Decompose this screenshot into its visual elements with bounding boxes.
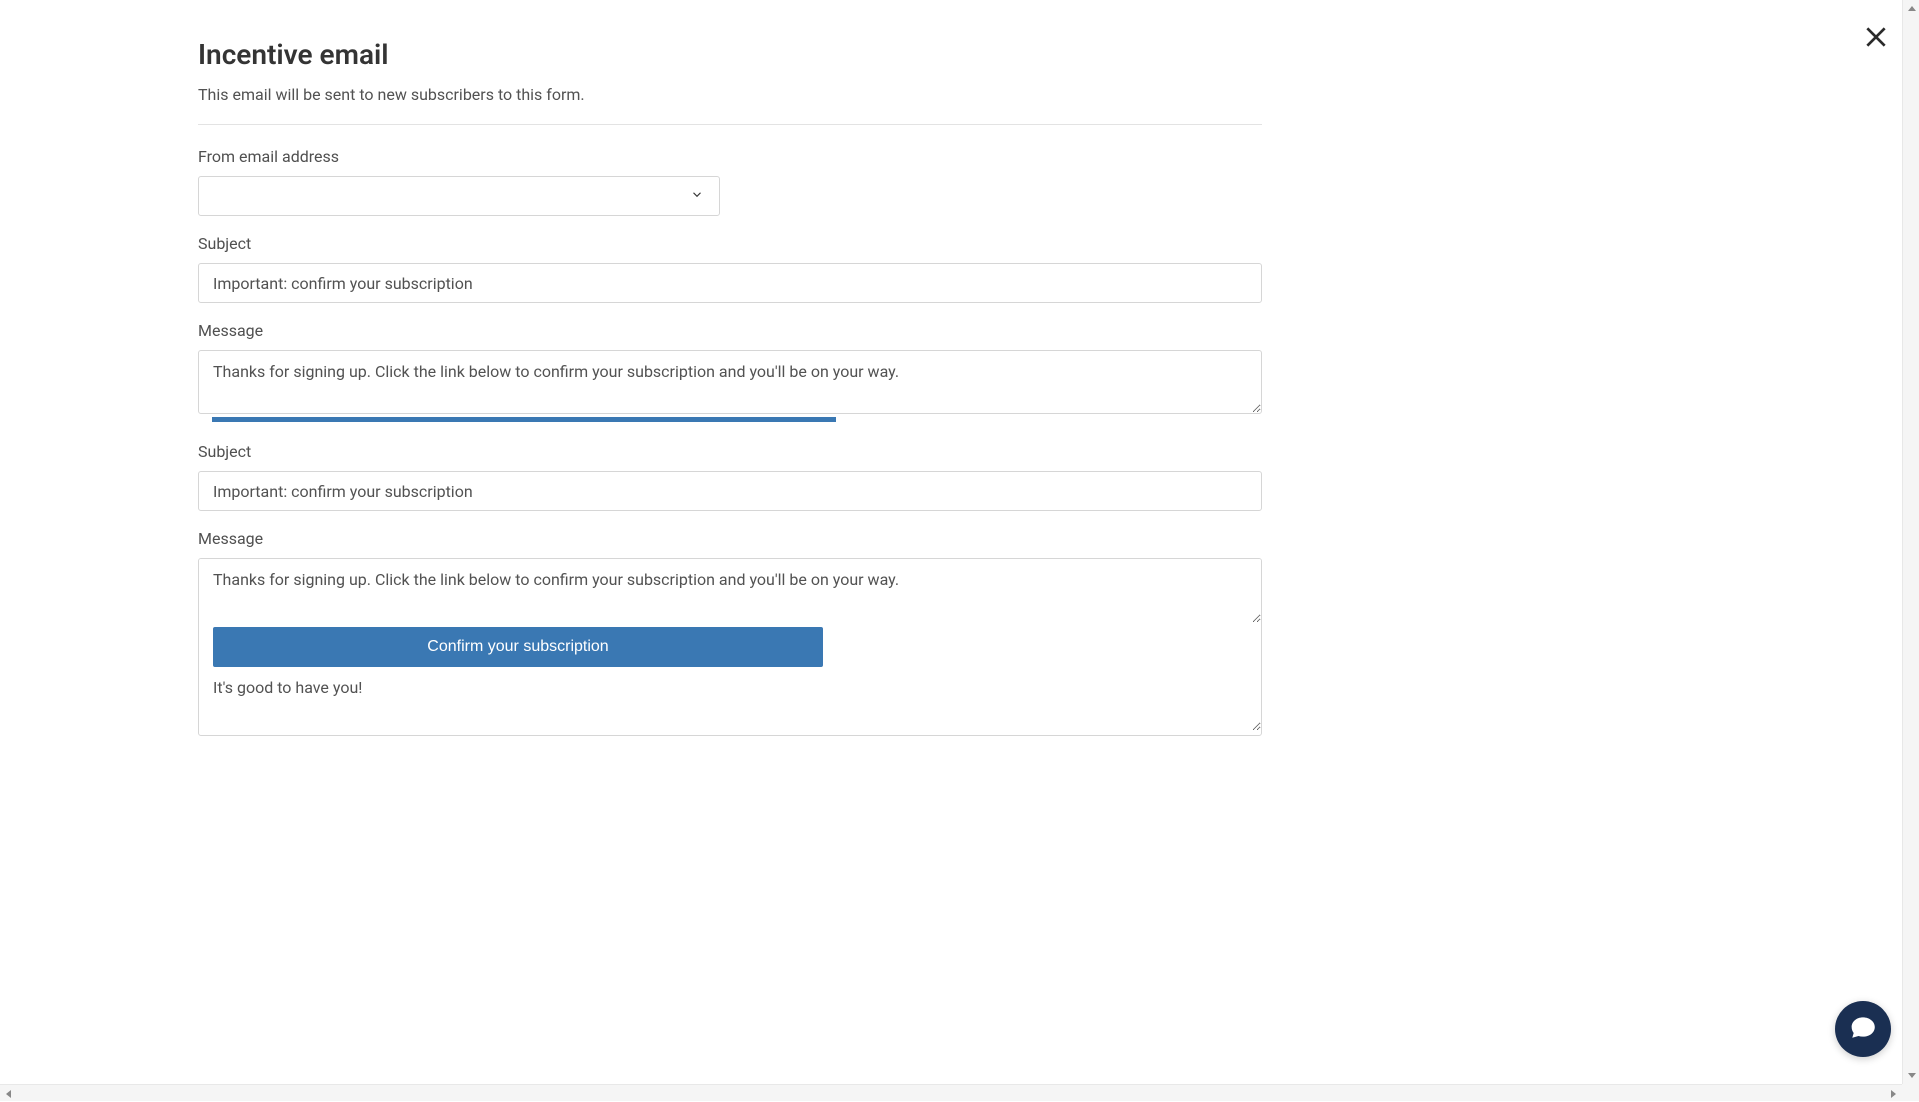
scroll-right-arrow-icon[interactable] <box>1885 1085 1902 1102</box>
subject-input-1[interactable] <box>198 263 1262 303</box>
from-email-select[interactable] <box>198 176 720 216</box>
page-subtitle: This email will be sent to new subscribe… <box>198 85 1262 104</box>
message-label-1: Message <box>198 321 1262 340</box>
subject-label-2: Subject <box>198 442 1262 461</box>
from-email-label: From email address <box>198 147 1262 166</box>
horizontal-scrollbar[interactable] <box>0 1084 1902 1101</box>
subject-group-2: Subject <box>198 442 1262 511</box>
message-textarea-1[interactable]: Thanks for signing up. Click the link be… <box>198 350 1262 414</box>
message-group-2: Message Thanks for signing up. Click the… <box>198 529 1262 736</box>
scrollbar-corner <box>1902 1084 1919 1101</box>
subject-group-1: Subject <box>198 234 1262 303</box>
confirm-button-wrapper: Confirm your subscription <box>199 627 1261 667</box>
page-title: Incentive email <box>198 38 1262 71</box>
subject-input-2[interactable] <box>198 471 1262 511</box>
scroll-down-arrow-icon[interactable] <box>1903 1067 1919 1084</box>
close-icon <box>1863 35 1889 54</box>
scroll-up-arrow-icon[interactable] <box>1903 0 1919 17</box>
scroll-left-arrow-icon[interactable] <box>0 1085 17 1102</box>
from-email-group: From email address <box>198 147 1262 216</box>
subject-label-1: Subject <box>198 234 1262 253</box>
chat-widget-button[interactable] <box>1835 1001 1891 1057</box>
message-group-1: Message Thanks for signing up. Click the… <box>198 321 1262 418</box>
incentive-email-modal: Incentive email This email will be sent … <box>0 0 1919 1101</box>
vertical-scrollbar[interactable] <box>1902 0 1919 1084</box>
confirm-subscription-button[interactable]: Confirm your subscription <box>213 627 823 667</box>
divider <box>198 124 1262 125</box>
message-textarea-top[interactable]: Thanks for signing up. Click the link be… <box>199 559 1261 623</box>
close-button[interactable] <box>1863 24 1889 54</box>
chat-icon <box>1848 1012 1878 1046</box>
modal-content: Incentive email This email will be sent … <box>0 0 1460 736</box>
message-label-2: Message <box>198 529 1262 548</box>
email-preview-box: Thanks for signing up. Click the link be… <box>198 558 1262 736</box>
from-email-select-wrapper <box>198 176 720 216</box>
message-textarea-bottom[interactable]: It's good to have you! <box>199 667 1261 731</box>
